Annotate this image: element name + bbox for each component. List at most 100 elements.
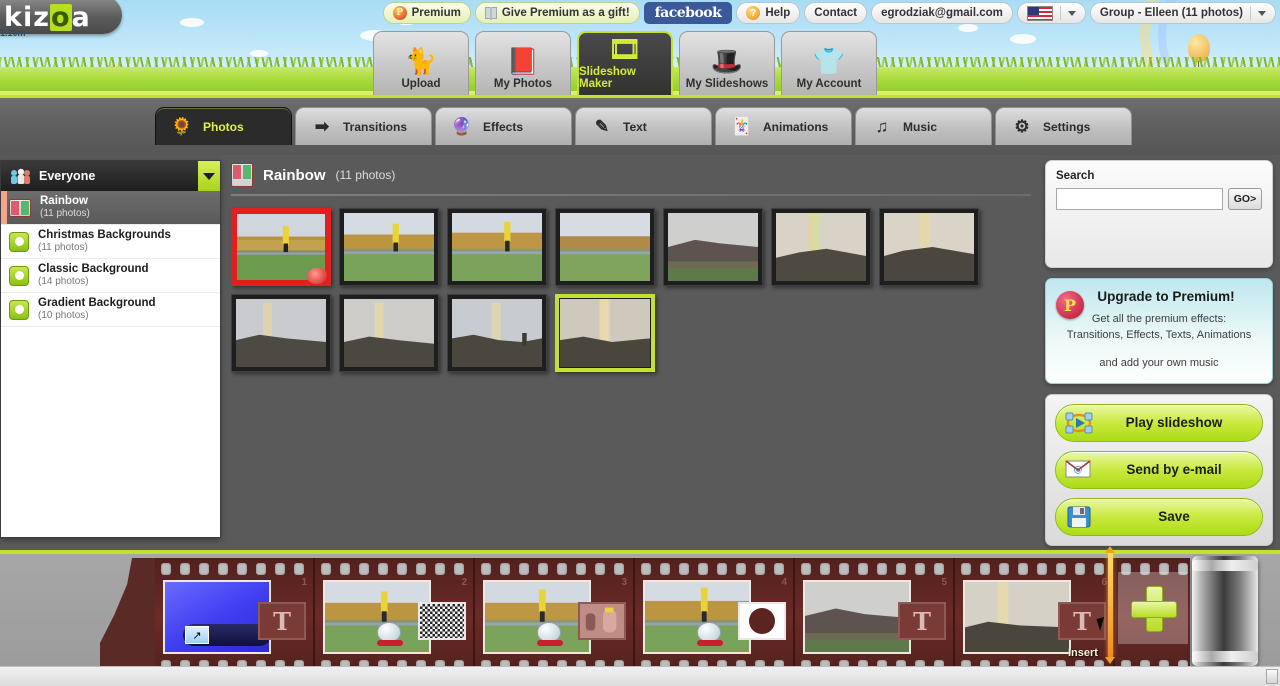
tab-animations[interactable]: 🃏 Animations (715, 107, 852, 145)
gallery-count: (11 photos) (336, 168, 396, 182)
filmstrip-frame-1[interactable]: 1 ↗ T (155, 558, 315, 676)
photo-thumbnail-8[interactable] (231, 294, 331, 372)
effects-tab-icon: 🔮 (449, 114, 475, 140)
save-floppy-icon (1064, 504, 1094, 530)
photo-thumbnail-3[interactable] (447, 208, 547, 286)
filmstrip-frame-4[interactable]: 4 (635, 558, 795, 676)
tab-settings[interactable]: ⚙ Settings (995, 107, 1132, 145)
tab-transitions[interactable]: ➡ Transitions (295, 107, 432, 145)
cloud-decoration (250, 50, 268, 57)
photo-image (344, 213, 434, 281)
folder-icon (9, 232, 29, 252)
sidebar-item-gradient-background[interactable]: Gradient Background (10 photos) (1, 293, 220, 327)
facebook-button[interactable]: facebook (644, 2, 733, 24)
premium-link-label: Premium (412, 7, 461, 19)
sidebar-item-title: Rainbow (40, 195, 90, 208)
account-email-label: egrodziak@gmail.com (881, 7, 1003, 19)
effect-badge[interactable] (418, 602, 466, 640)
nav-my-photos[interactable]: 📕 My Photos (475, 31, 571, 95)
save-label: Save (1104, 509, 1262, 524)
language-selector[interactable] (1017, 2, 1086, 24)
photo-thumbnail-5[interactable] (663, 208, 763, 286)
frame-number: 1 (301, 577, 307, 588)
text-badge[interactable]: T (258, 602, 306, 640)
search-input[interactable] (1056, 188, 1223, 210)
nav-my-slideshows[interactable]: 🎩 My Slideshows (679, 31, 775, 95)
tab-settings-label: Settings (1043, 120, 1090, 134)
effect-badge[interactable] (738, 602, 786, 640)
nav-slideshow-maker[interactable]: 🎞 Slideshow Maker (577, 31, 673, 95)
play-slideshow-label: Play slideshow (1104, 415, 1262, 430)
text-badge[interactable]: T (898, 602, 946, 640)
contact-link[interactable]: Contact (804, 2, 867, 24)
sidebar-item-rainbow[interactable]: Rainbow (11 photos) (1, 191, 220, 225)
play-slideshow-icon (1064, 410, 1094, 436)
animations-tab-icon: 🃏 (729, 114, 755, 140)
slide-image (805, 582, 909, 652)
sidebar-header[interactable]: Everyone (1, 161, 220, 191)
help-link[interactable]: ? Help (736, 2, 800, 24)
scrollbar-thumb[interactable] (1266, 669, 1278, 684)
sidebar-item-title: Classic Background (38, 263, 149, 276)
folder-icon (9, 266, 29, 286)
slide-thumbnail[interactable] (483, 580, 591, 654)
slide-thumbnail[interactable]: ↗ (163, 580, 271, 654)
noise-effect-icon (420, 604, 464, 638)
sidebar-item-title: Gradient Background (38, 297, 156, 310)
upgrade-premium-panel[interactable]: P Upgrade to Premium! Get all the premiu… (1045, 278, 1273, 384)
photo-image (560, 299, 650, 367)
folder-icon (9, 300, 29, 320)
slide-thumbnail[interactable] (963, 580, 1071, 654)
frame-number: 5 (941, 577, 947, 588)
filmstrip-frame-3[interactable]: 3 (475, 558, 635, 676)
divider (1250, 6, 1251, 20)
photo-thumbnail-4[interactable] (555, 208, 655, 286)
sidebar-item-christmas-backgrounds[interactable]: Christmas Backgrounds (11 photos) (1, 225, 220, 259)
effect-icon[interactable] (697, 622, 725, 648)
save-button[interactable]: Save (1055, 498, 1263, 536)
effect-icon[interactable] (377, 622, 405, 648)
photo-thumbnail-9[interactable] (339, 294, 439, 372)
premium-title: Upgrade to Premium! (1056, 289, 1262, 304)
effect-icon[interactable] (537, 622, 565, 648)
slide-thumbnail[interactable] (323, 580, 431, 654)
photo-gallery: Rainbow (11 photos) (231, 160, 1031, 538)
add-slide-button[interactable] (1118, 572, 1188, 644)
tab-effects[interactable]: 🔮 Effects (435, 107, 572, 145)
photo-thumbnail-2[interactable] (339, 208, 439, 286)
premium-link[interactable]: P Premium (383, 2, 471, 24)
chevron-down-icon (1258, 11, 1266, 16)
animation-badge[interactable] (578, 602, 626, 640)
album-sidebar: Everyone Rainbow (11 photos) Christmas B… (0, 160, 221, 538)
help-icon: ? (746, 6, 760, 20)
photo-thumbnail-6[interactable] (771, 208, 871, 286)
photo-thumbnail-10[interactable] (447, 294, 547, 372)
send-by-email-button[interactable]: @ Send by e-mail (1055, 451, 1263, 489)
photo-image (236, 299, 326, 367)
sidebar-item-classic-background[interactable]: Classic Background (14 photos) (1, 259, 220, 293)
photo-image (668, 213, 758, 281)
sidebar-item-count: (14 photos) (38, 276, 149, 288)
help-label: Help (765, 7, 790, 19)
tab-music[interactable]: ♫ Music (855, 107, 992, 145)
sidebar-dropdown-button[interactable] (198, 161, 220, 191)
nav-my-account[interactable]: 👕 My Account (781, 31, 877, 95)
photo-thumbnail-11[interactable] (555, 294, 655, 372)
filmstrip-frame-5[interactable]: 5 T (795, 558, 955, 676)
slide-thumbnail[interactable] (803, 580, 911, 654)
play-slideshow-button[interactable]: Play slideshow (1055, 404, 1263, 442)
tab-photos-label: Photos (203, 120, 244, 134)
slide-thumbnail[interactable] (643, 580, 751, 654)
give-premium-gift-link[interactable]: Give Premium as a gift! (475, 2, 640, 24)
tab-photos[interactable]: 🌻 Photos (155, 107, 292, 145)
nav-upload[interactable]: 🐈 Upload (373, 31, 469, 95)
group-selector[interactable]: Group - Elleen (11 photos) (1090, 2, 1276, 24)
account-email-link[interactable]: egrodziak@gmail.com (871, 2, 1013, 24)
photo-thumbnail-7[interactable] (879, 208, 979, 286)
filmstrip-frame-2[interactable]: 2 (315, 558, 475, 676)
search-go-button[interactable]: GO> (1228, 188, 1262, 210)
svg-text:@: @ (1074, 465, 1083, 475)
tab-text[interactable]: ✎ Text (575, 107, 712, 145)
kizoa-slideshow-maker-app: kizoa 1.10m P Premium Give Premium as a … (0, 0, 1280, 686)
photo-thumbnail-1[interactable] (231, 208, 331, 286)
